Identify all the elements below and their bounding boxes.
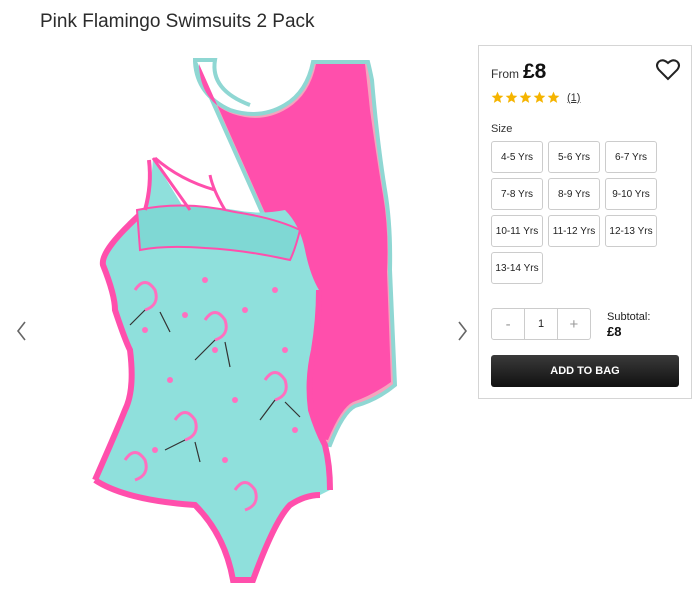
size-option[interactable]: 11-12 Yrs bbox=[548, 215, 600, 247]
product-image bbox=[92, 58, 398, 583]
star-icon bbox=[505, 91, 518, 103]
subtotal-label: Subtotal: bbox=[607, 311, 651, 323]
price-value: £8 bbox=[523, 60, 547, 83]
add-to-bag-button[interactable]: ADD TO BAG bbox=[491, 355, 679, 387]
quantity-increase-button[interactable]: + bbox=[558, 309, 590, 339]
subtotal: Subtotal: £8 bbox=[607, 311, 650, 339]
size-option[interactable]: 8-9 Yrs bbox=[548, 178, 600, 210]
price-prefix: From bbox=[491, 67, 519, 81]
product-title: Pink Flamingo Swimsuits 2 Pack bbox=[40, 11, 315, 32]
size-option[interactable]: 7-8 Yrs bbox=[491, 178, 543, 210]
heart-icon[interactable] bbox=[655, 58, 681, 82]
size-option[interactable]: 6-7 Yrs bbox=[605, 141, 657, 173]
star-icon bbox=[547, 91, 560, 103]
size-option[interactable]: 10-11 Yrs bbox=[491, 215, 543, 247]
quantity-input[interactable]: 1 bbox=[524, 309, 558, 339]
size-option[interactable]: 9-10 Yrs bbox=[605, 178, 657, 210]
star-icon bbox=[519, 91, 532, 103]
star-icon bbox=[533, 91, 546, 103]
purchase-panel: From £8 (1) Size 4-5 Yrs 5-6 Yrs 6-7 Yrs… bbox=[478, 45, 692, 399]
size-option[interactable]: 4-5 Yrs bbox=[491, 141, 543, 173]
star-icon bbox=[491, 91, 504, 103]
review-count-link[interactable]: (1) bbox=[567, 92, 580, 104]
size-options: 4-5 Yrs 5-6 Yrs 6-7 Yrs 7-8 Yrs 8-9 Yrs … bbox=[491, 141, 681, 289]
size-option[interactable]: 13-14 Yrs bbox=[491, 252, 543, 284]
chevron-right-icon[interactable] bbox=[450, 318, 474, 344]
size-option[interactable]: 12-13 Yrs bbox=[605, 215, 657, 247]
subtotal-value: £8 bbox=[607, 324, 622, 339]
size-label: Size bbox=[491, 123, 513, 135]
chevron-left-icon[interactable] bbox=[10, 318, 34, 344]
size-option[interactable]: 5-6 Yrs bbox=[548, 141, 600, 173]
quantity-decrease-button[interactable]: - bbox=[492, 309, 524, 339]
price-row: From £8 bbox=[491, 60, 546, 84]
quantity-stepper: - 1 + bbox=[491, 308, 591, 340]
star-rating bbox=[491, 91, 561, 104]
rating: (1) bbox=[491, 91, 580, 104]
